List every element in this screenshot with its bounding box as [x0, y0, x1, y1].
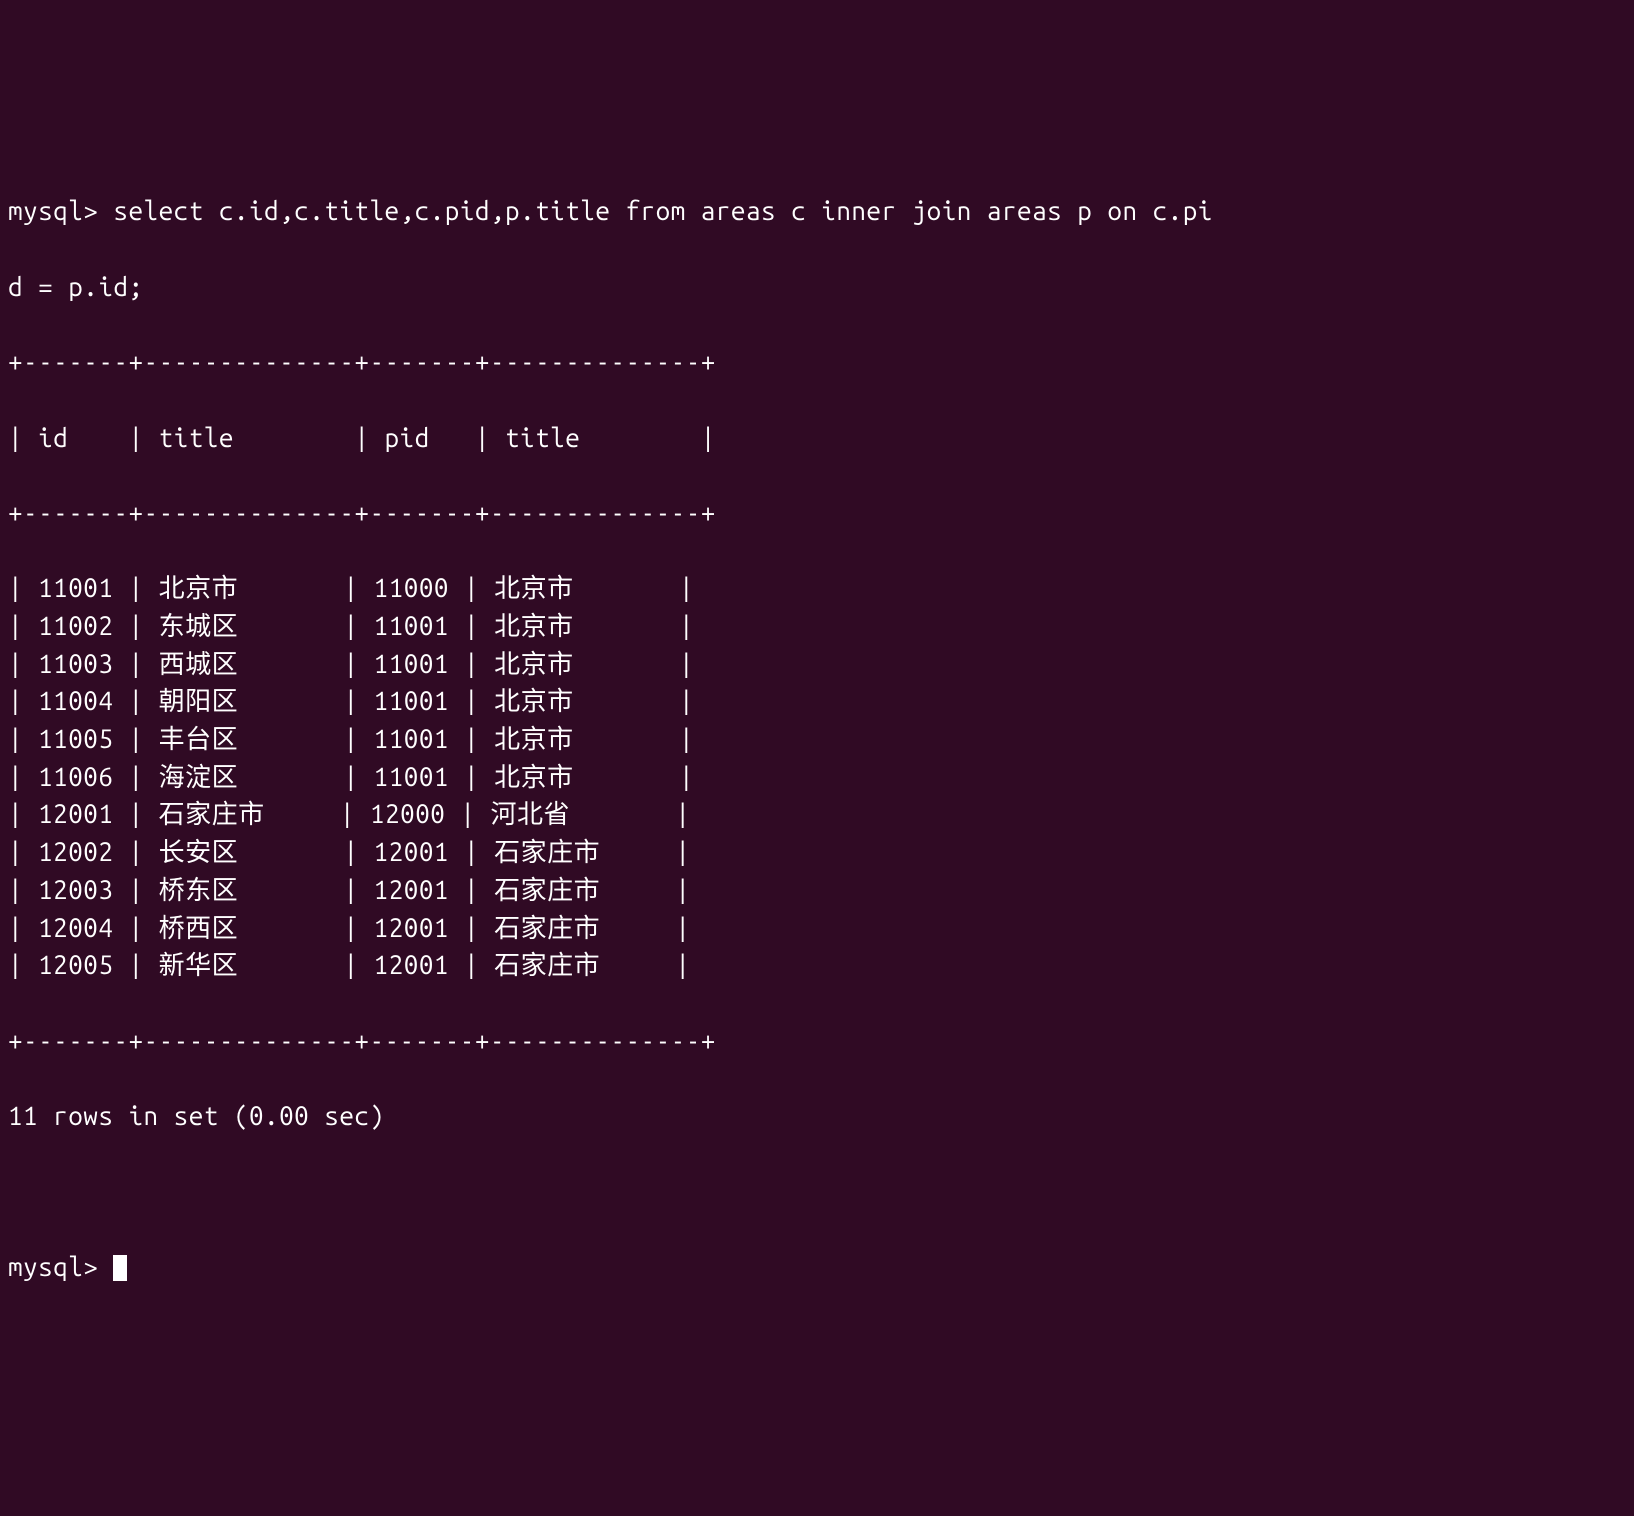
result-status: 11 rows in set (0.00 sec) — [8, 1097, 1626, 1135]
table-row: | 11005 | 丰台区 | 11001 | 北京市 | — [8, 720, 1626, 758]
table-top-border: +-------+--------------+-------+--------… — [8, 343, 1626, 381]
sql-query-line-2: d = p.id; — [8, 268, 1626, 306]
table-body: | 11001 | 北京市 | 11000 | 北京市 || 11002 | 东… — [8, 569, 1626, 984]
table-row: | 11001 | 北京市 | 11000 | 北京市 | — [8, 569, 1626, 607]
table-row: | 11002 | 东城区 | 11001 | 北京市 | — [8, 607, 1626, 645]
table-bottom-border: +-------+--------------+-------+--------… — [8, 1022, 1626, 1060]
table-row: | 12003 | 桥东区 | 12001 | 石家庄市 | — [8, 871, 1626, 909]
sql-query-line: mysql> select c.id,c.title,c.pid,p.title… — [8, 192, 1626, 230]
table-header-row: | id | title | pid | title | — [8, 419, 1626, 457]
sql-query-part1: select c.id,c.title,c.pid,p.title from a… — [98, 196, 1212, 225]
mysql-next-prompt: mysql> — [8, 1252, 113, 1281]
terminal-output: mysql> select c.id,c.title,c.pid,p.title… — [8, 155, 1626, 1323]
table-row: | 12004 | 桥西区 | 12001 | 石家庄市 | — [8, 909, 1626, 947]
table-row: | 12002 | 长安区 | 12001 | 石家庄市 | — [8, 833, 1626, 871]
table-row: | 11003 | 西城区 | 11001 | 北京市 | — [8, 645, 1626, 683]
table-row: | 11004 | 朝阳区 | 11001 | 北京市 | — [8, 682, 1626, 720]
table-row: | 12001 | 石家庄市 | 12000 | 河北省 | — [8, 795, 1626, 833]
table-row: | 12005 | 新华区 | 12001 | 石家庄市 | — [8, 946, 1626, 984]
mysql-prompt: mysql> — [8, 196, 98, 225]
cursor-icon — [113, 1255, 127, 1281]
sql-query-part2: d = p.id; — [8, 272, 144, 301]
table-header-border: +-------+--------------+-------+--------… — [8, 494, 1626, 532]
blank-line — [8, 1172, 1626, 1210]
table-row: | 11006 | 海淀区 | 11001 | 北京市 | — [8, 758, 1626, 796]
next-prompt-line[interactable]: mysql> — [8, 1248, 1626, 1286]
